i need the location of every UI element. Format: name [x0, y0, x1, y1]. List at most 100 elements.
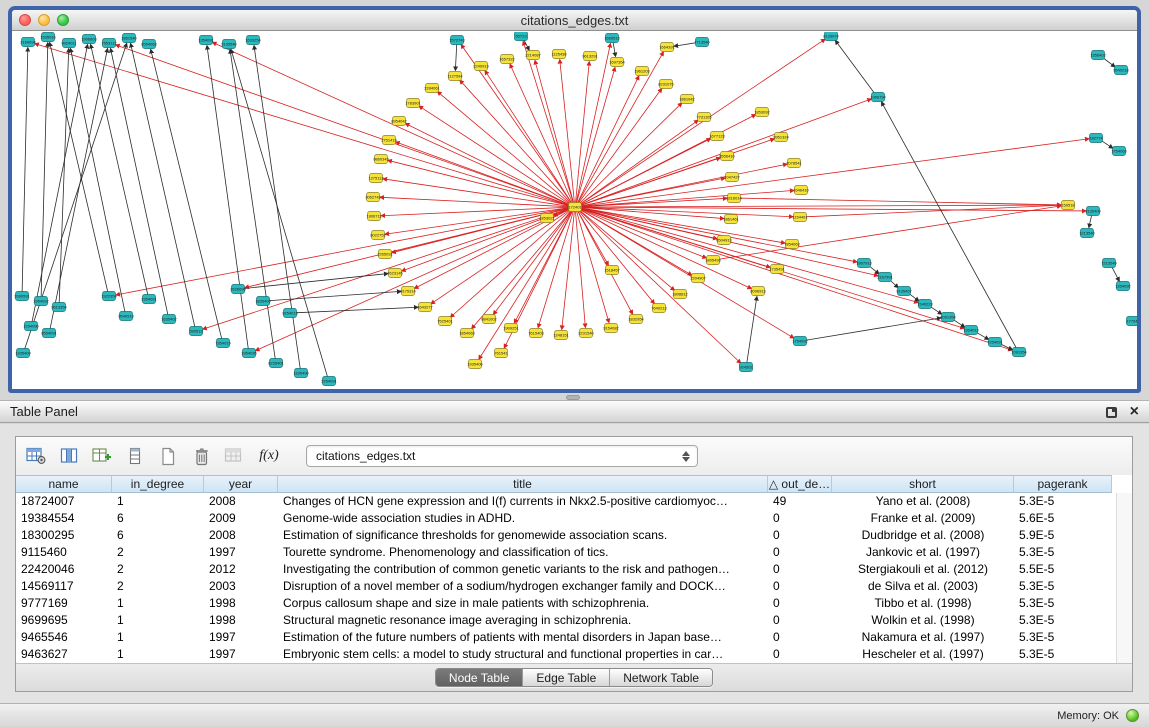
graph-node[interactable]: 9613354 [51, 303, 67, 312]
graph-node[interactable]: 9860343 [373, 155, 389, 164]
graph-node[interactable]: 7213549 [1101, 259, 1117, 268]
graph-node[interactable]: 1535016 [40, 33, 56, 42]
delete-button[interactable] [187, 442, 215, 470]
graph-node[interactable]: 55723 [515, 32, 528, 41]
graph-node[interactable]: 1961203 [634, 67, 650, 76]
table-select-combo[interactable]: citations_edges.txt [306, 445, 698, 467]
column-header-year[interactable]: year [204, 475, 278, 493]
graph-node[interactable]: 8554063 [141, 40, 157, 49]
graph-node[interactable]: 8022752 [370, 231, 386, 240]
graph-node[interactable]: 1572743 [449, 36, 465, 45]
graph-node[interactable]: 2284061 [424, 84, 440, 93]
graph-node[interactable]: 2626696 [230, 285, 246, 294]
graph-node[interactable]: 2160694 [20, 38, 36, 47]
table-row[interactable]: 2242004622012Investigating the contribut… [16, 561, 1132, 578]
graph-node[interactable]: 2060591 [14, 292, 30, 301]
table-row[interactable]: 1938455462009Genome-wide association stu… [16, 510, 1132, 527]
graph-node[interactable]: 1677123 [709, 132, 725, 141]
graph-node[interactable]: 2231540 [578, 329, 594, 338]
graph-node[interactable]: 8504913 [716, 236, 732, 245]
graph-node[interactable]: 7525401 [437, 317, 453, 326]
graph-node[interactable]: 7854063 [784, 240, 800, 249]
graph-node[interactable]: 1091354 [1011, 348, 1027, 357]
graph-node[interactable]: 9540218 [1113, 66, 1129, 75]
graph-node[interactable]: 2254091 [321, 377, 337, 386]
graph-node[interactable]: 2214087 [525, 51, 541, 60]
graph-node[interactable]: 1354092 [1115, 282, 1131, 291]
float-window-icon[interactable] [1106, 407, 1117, 418]
graph-node[interactable]: 1935406 [467, 360, 483, 369]
graph-node[interactable]: 177540 [1126, 317, 1137, 326]
graph-node[interactable]: 1922354 [101, 292, 117, 301]
function-builder-button[interactable]: f(x) [253, 442, 285, 470]
table-mode-button[interactable] [22, 442, 50, 470]
graph-node[interactable]: 9135540 [221, 40, 237, 49]
rows-button[interactable] [121, 442, 149, 470]
graph-node[interactable]: 1335490 [293, 369, 309, 378]
table-row[interactable]: 911546021997Tourette syndrome. Phenomeno… [16, 544, 1132, 561]
graph-node[interactable]: 1127594 [447, 72, 463, 81]
graph-node[interactable]: 1954013 [963, 326, 979, 335]
graph-node[interactable]: 1635402 [161, 315, 177, 324]
graph-node[interactable]: 2078541 [786, 159, 802, 168]
graph-node[interactable]: 1954092 [33, 297, 49, 306]
graph-node[interactable]: 1669513 [604, 34, 620, 43]
table-row[interactable]: 1456911722003Disruption of a novel membe… [16, 578, 1132, 595]
graph-node[interactable]: 7640213 [651, 304, 667, 313]
graph-node[interactable]: 761541 [494, 349, 508, 358]
graph-node[interactable]: 7623145 [387, 269, 403, 278]
graph-node[interactable]: 2751419 [381, 136, 397, 145]
graph-node[interactable]: 7354019 [215, 339, 231, 348]
graph-node[interactable]: 1125438 [551, 50, 567, 59]
new-column-button[interactable] [88, 442, 116, 470]
graph-node[interactable]: 8096913 [750, 287, 766, 296]
graph-node[interactable]: 1664391 [659, 43, 675, 52]
table-row[interactable]: 977716911998Corpus callosum shape and si… [16, 595, 1132, 612]
graph-node[interactable]: 1861540 [121, 34, 137, 43]
graph-node[interactable]: 8954042 [391, 117, 407, 126]
graph-node[interactable]: 9135407 [896, 287, 912, 296]
graph-node[interactable]: 1954035 [241, 349, 257, 358]
graph-node[interactable]: 7254091 [987, 338, 1003, 347]
graph-node[interactable]: 7713540 [694, 38, 710, 47]
column-header-out_de[interactable]: △ out_de… [768, 475, 832, 493]
graph-node[interactable]: 1835409 [255, 297, 271, 306]
graph-node[interactable]: 1808812 [672, 290, 688, 299]
graph-node[interactable]: 1861042 [679, 95, 695, 104]
graph-node[interactable]: 8231075 [658, 80, 674, 89]
column-header-short[interactable]: short [832, 475, 1014, 493]
network-canvas[interactable]: 172401 22840611783901 8954042 2751419 986034… [12, 32, 1137, 389]
graph-node[interactable]: 1540223 [917, 300, 933, 309]
graph-node[interactable]: 2135409 [1085, 207, 1101, 216]
graph-node[interactable]: 8554091 [41, 329, 57, 338]
table-row[interactable]: 946362711997Embryonic stem cells: a mode… [16, 646, 1132, 663]
graph-node[interactable]: 8556410 [719, 152, 735, 161]
graph-node[interactable]: 1832954 [628, 315, 644, 324]
new-file-button[interactable] [154, 442, 182, 470]
graph-node[interactable]: 8091354 [940, 313, 956, 322]
graph-node[interactable]: 9024011 [61, 39, 77, 48]
table-row[interactable]: 969969511998Structural magnetic resonanc… [16, 612, 1132, 629]
graph-node[interactable]: 2354091 [141, 295, 157, 304]
graph-node[interactable]: 1853021 [539, 214, 555, 223]
graph-node[interactable]: 1854063 [459, 329, 475, 338]
graph-node[interactable]: 9613291 [582, 52, 598, 61]
tab-node-table[interactable]: Node Table [436, 669, 524, 686]
graph-node[interactable]: 172401 [568, 203, 582, 212]
graph-node[interactable]: 8235401 [268, 359, 284, 368]
graph-node[interactable]: 924502 [739, 363, 753, 372]
graph-node[interactable]: 1047427 [724, 173, 740, 182]
graph-node[interactable]: 1248151 [553, 331, 569, 340]
graph-node[interactable]: 1783901 [405, 99, 421, 108]
graph-node[interactable]: 1356402 [1090, 51, 1106, 60]
graph-node[interactable]: 1154491 [792, 213, 808, 222]
window-titlebar[interactable]: citations_edges.txt [12, 10, 1137, 31]
graph-node[interactable]: 1275112 [368, 174, 384, 183]
graph-node[interactable]: 7615403 [528, 329, 544, 338]
column-header-pagerank[interactable]: pagerank [1014, 475, 1112, 493]
show-columns-button[interactable] [55, 442, 83, 470]
column-header-name[interactable]: name [16, 475, 112, 493]
graph-node[interactable]: 3216014 [726, 194, 742, 203]
graph-node[interactable]: 1966794 [870, 93, 886, 102]
graph-node[interactable]: 590513 [189, 327, 203, 336]
